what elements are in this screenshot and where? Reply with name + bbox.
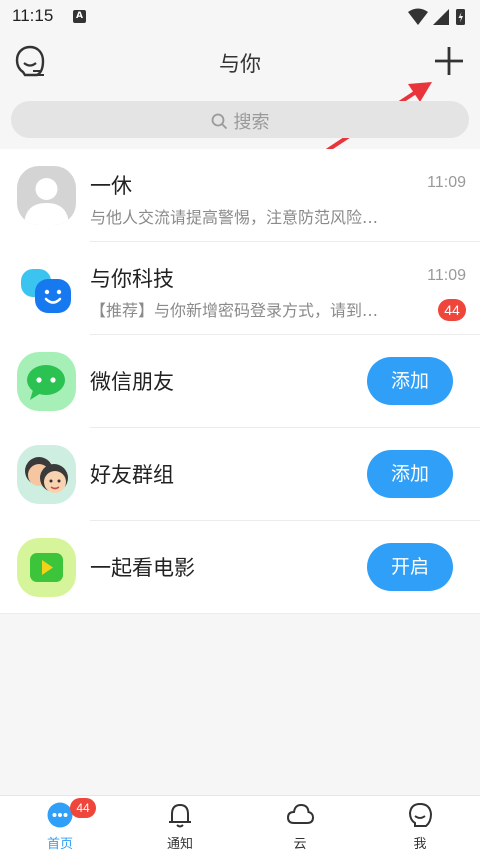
search-placeholder: 搜索 [233,112,270,133]
add-group-button[interactable]: 添加 [367,450,453,498]
tab-label: 首页 [46,837,73,852]
conversation-preview: 【推荐】与你新增密码登录方式，请到… [90,301,379,320]
feature-row[interactable]: 一起看电影 开启 [0,521,480,614]
conversation-name: 与你科技 [90,267,174,291]
feature-name: 一起看电影 [90,556,195,580]
yuni-logo [17,259,76,318]
wifi-icon [408,8,428,25]
signal-icon [433,9,449,25]
tab-label: 云 [293,837,307,852]
conversation-list: 一休 11:09 与他人交流请提高警惕，注意防范风险… 与你科技 11:09 【… [0,149,480,614]
tab-me[interactable]: 我 [360,796,480,853]
page-title: 与你 [219,52,261,76]
conversation-preview: 与他人交流请提高警惕，注意防范风险… [90,208,379,227]
profile-icon [408,802,433,827]
search-input[interactable]: 搜索 [11,101,469,138]
cloud-icon [286,803,314,824]
tab-cloud[interactable]: 云 [240,796,360,853]
feature-row[interactable]: 微信朋友 添加 [0,335,480,428]
divider [0,613,480,614]
feature-name: 好友群组 [90,463,174,487]
tab-label: 我 [413,837,427,852]
video-play-icon [17,538,76,597]
wechat-icon [17,352,76,411]
conversation-row[interactable]: 与你科技 11:09 【推荐】与你新增密码登录方式，请到… 44 [0,242,480,335]
conversation-time: 11:09 [427,174,466,191]
battery-icon [456,9,465,25]
bell-icon [169,803,191,828]
status-bar: 11:15 A [0,0,480,34]
search-icon [211,113,227,130]
default-user-avatar [17,166,76,225]
enable-movie-button[interactable]: 开启 [367,543,453,591]
tab-notifications[interactable]: 通知 [120,796,240,853]
group-faces-icon [17,445,76,504]
feature-name: 微信朋友 [90,370,174,394]
bottom-tab-bar: 44 首页 通知 云 我 [0,795,480,853]
conversation-time: 11:09 [427,267,466,284]
unread-badge: 44 [438,299,466,321]
plus-icon[interactable] [434,46,464,76]
conversation-row[interactable]: 一休 11:09 与他人交流请提高警惕，注意防范风险… [0,149,480,242]
status-icons [406,7,468,31]
tab-home[interactable]: 44 首页 [0,796,120,853]
feature-row[interactable]: 好友群组 添加 [0,428,480,521]
add-wechat-friend-button[interactable]: 添加 [367,357,453,405]
tab-badge: 44 [70,798,96,818]
notification-icon: A [73,10,86,23]
conversation-name: 一休 [90,174,132,198]
tab-label: 通知 [166,837,193,852]
status-time: 11:15 [12,6,54,25]
